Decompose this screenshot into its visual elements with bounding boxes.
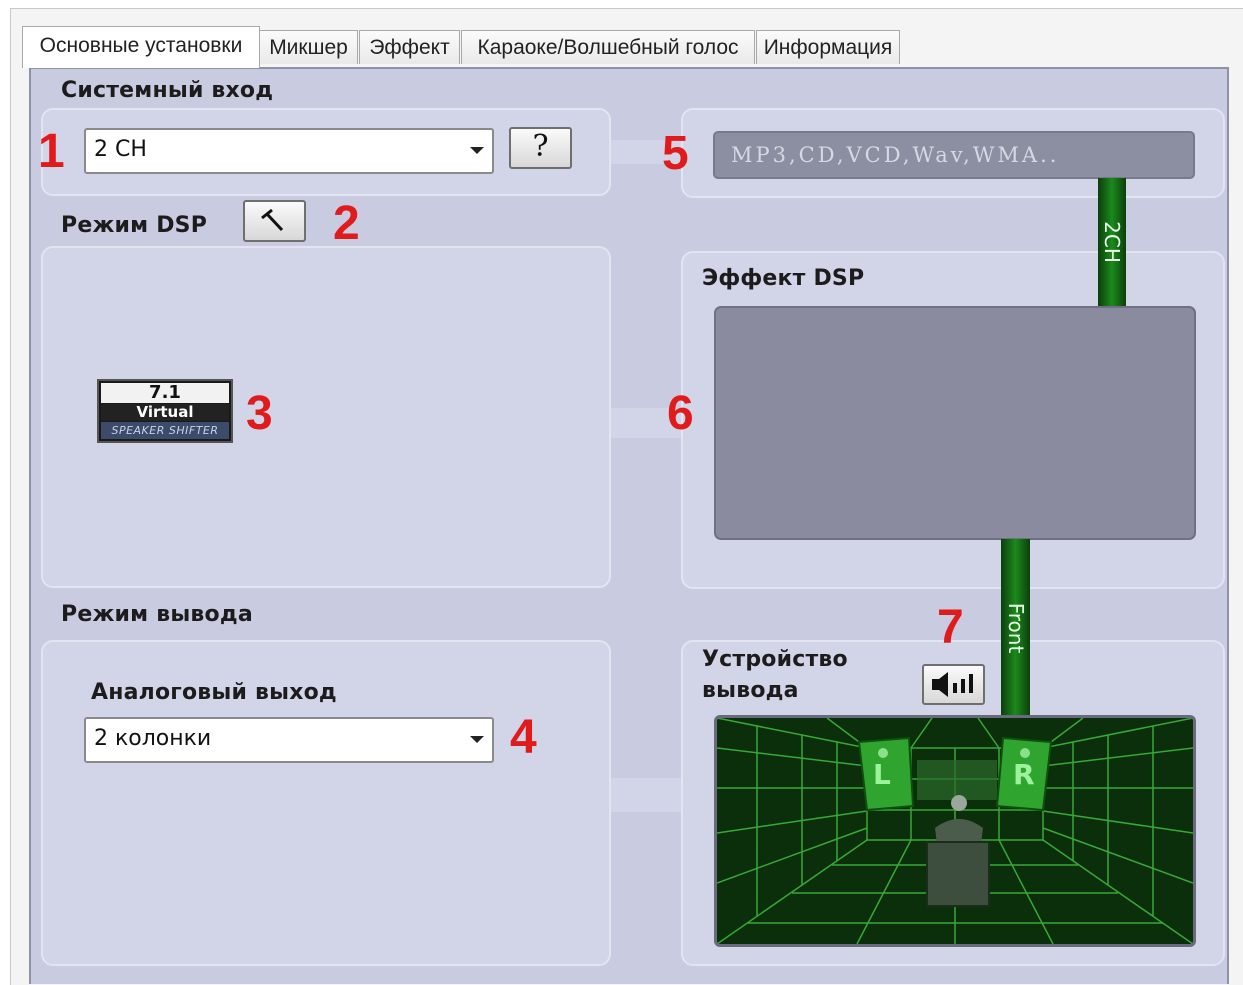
tab-effect[interactable]: Эффект	[359, 30, 460, 64]
logo-bottom: SPEAKER SHIFTER	[101, 422, 229, 439]
analog-output-label: Аналоговый выход	[91, 680, 337, 705]
dsp-settings-button[interactable]	[243, 200, 306, 242]
output-device-title-1: Устройство	[702, 647, 848, 672]
tab-basic-settings[interactable]: Основные установки	[22, 26, 260, 68]
source-formats-display: MP3,CD,VCD,Wav,WMA..	[713, 131, 1195, 179]
tab-karaoke[interactable]: Караоке/Волшебный голос	[461, 30, 755, 64]
output-device-title-2: вывода	[702, 678, 799, 703]
callout-3: 3	[246, 387, 273, 440]
dsp-effect-display	[714, 306, 1196, 540]
wrench-icon	[261, 208, 284, 232]
speakers-value: 2 колонки	[94, 726, 212, 751]
channel-bar-front: Front	[1001, 539, 1030, 716]
input-channel-select[interactable]: 2 CH	[84, 128, 494, 174]
callout-5: 5	[662, 127, 689, 180]
tab-mixer[interactable]: Микшер	[259, 30, 358, 64]
speaker-volume-icon	[932, 672, 973, 697]
callout-6: 6	[667, 387, 694, 440]
callout-1: 1	[38, 125, 65, 178]
callout-4: 4	[510, 711, 537, 764]
system-input-title: Системный вход	[61, 78, 274, 103]
tab-info[interactable]: Информация	[756, 30, 900, 64]
room-grid	[717, 718, 1193, 944]
logo-top: 7.1	[101, 383, 229, 403]
speakers-select[interactable]: 2 колонки	[84, 717, 494, 763]
channel-label-2ch: 2CH	[1100, 221, 1124, 263]
dsp-mode-title: Режим DSP	[61, 213, 208, 238]
left-speaker-label: L	[873, 758, 891, 791]
chevron-down-icon	[470, 736, 484, 743]
right-speaker-label: R	[1013, 758, 1035, 791]
output-mode-title: Режим вывода	[61, 602, 253, 627]
speaker-room-view: L R	[714, 715, 1196, 947]
callout-7: 7	[937, 601, 964, 654]
input-channel-value: 2 CH	[94, 137, 147, 162]
channel-label-front: Front	[1003, 602, 1028, 653]
speaker-test-button[interactable]	[922, 664, 985, 705]
connector-output	[610, 778, 685, 812]
chevron-down-icon	[470, 147, 484, 154]
help-button[interactable]: ?	[509, 127, 572, 169]
channel-bar-2ch: 2CH	[1098, 178, 1126, 306]
listener-chair-icon	[926, 795, 990, 907]
virtual-speaker-shifter-button[interactable]: 7.1 Virtual SPEAKER SHIFTER	[97, 379, 233, 443]
callout-2: 2	[333, 197, 360, 250]
dsp-effect-title: Эффект DSP	[702, 266, 865, 291]
logo-middle: Virtual	[101, 404, 229, 421]
